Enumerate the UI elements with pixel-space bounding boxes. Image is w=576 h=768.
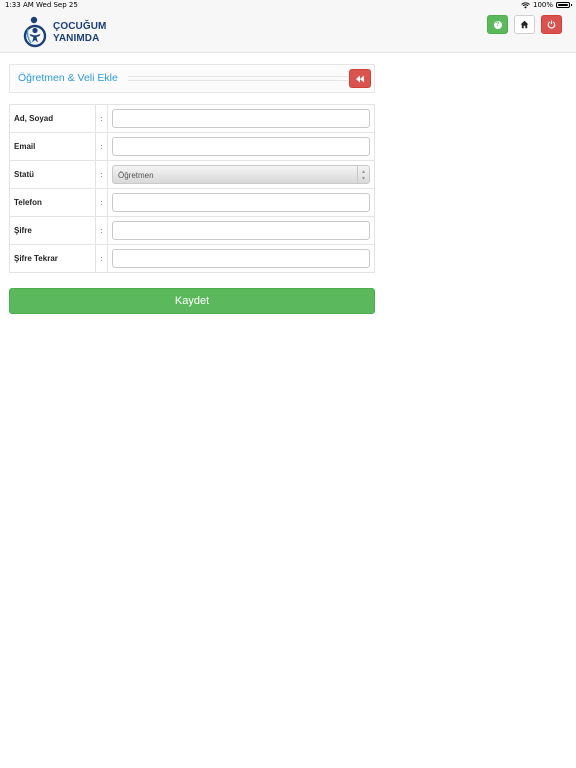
logo-line-2: YANIMDA [53, 33, 100, 44]
password-input[interactable] [112, 221, 370, 240]
separator: : [94, 160, 109, 189]
status-right: 100% [521, 1, 572, 9]
logo-text: ÇOCUĞUM YANIMDA [53, 21, 106, 45]
app-logo[interactable]: ÇOCUĞUM YANIMDA [23, 15, 113, 49]
separator: : [94, 104, 109, 133]
logout-button[interactable] [541, 15, 562, 34]
battery-percent: 100% [532, 1, 553, 9]
top-bar: ÇOCUĞUM YANIMDA ? [0, 11, 576, 53]
form-row-status: Statü : Öğretmen ▴ ▾ [9, 160, 375, 189]
double-chevron-left-icon [356, 75, 364, 82]
email-label: Email [9, 132, 96, 161]
email-input[interactable] [112, 137, 370, 156]
back-button[interactable] [349, 69, 371, 88]
form-row-name: Ad, Soyad : [9, 104, 375, 133]
logo-mark-icon [23, 16, 47, 48]
save-button[interactable]: Kaydet [9, 288, 375, 314]
form-row-password-repeat: Şifre Tekrar : [9, 244, 375, 273]
select-arrows-icon: ▴ ▾ [357, 166, 369, 183]
logo-line-1: ÇOCUĞUM [53, 21, 107, 32]
user-form: Ad, Soyad : Email : Statü : Öğretmen ▴ ▾ … [9, 104, 375, 273]
battery-icon [556, 2, 572, 8]
help-button[interactable]: ? [487, 15, 508, 34]
divider [128, 80, 348, 81]
home-icon [520, 20, 529, 29]
panel-header: Öğretmen & Veli Ekle [9, 64, 375, 93]
status-select-value: Öğretmen [118, 171, 154, 180]
status-select[interactable]: Öğretmen ▴ ▾ [112, 165, 370, 184]
form-row-email: Email : [9, 132, 375, 161]
name-label: Ad, Soyad [9, 104, 96, 133]
divider [128, 76, 348, 77]
wifi-icon [521, 1, 530, 8]
password-label: Şifre [9, 216, 96, 245]
separator: : [94, 216, 109, 245]
page-title: Öğretmen & Veli Ekle [18, 72, 118, 84]
help-icon: ? [493, 20, 502, 29]
power-icon [547, 20, 556, 29]
status-date: Wed Sep 25 [36, 1, 78, 9]
status-bar: 1:33 AM Wed Sep 25 100% [0, 0, 576, 11]
status-time: 1:33 AM [5, 1, 34, 9]
home-button[interactable] [514, 15, 535, 34]
separator: : [94, 244, 109, 273]
separator: : [94, 188, 109, 217]
separator: : [94, 132, 109, 161]
form-row-phone: Telefon : [9, 188, 375, 217]
name-input[interactable] [112, 109, 370, 128]
status-label: Statü [9, 160, 96, 189]
phone-label: Telefon [9, 188, 96, 217]
phone-input[interactable] [112, 193, 370, 212]
form-row-password: Şifre : [9, 216, 375, 245]
password-repeat-input[interactable] [112, 249, 370, 268]
password-repeat-label: Şifre Tekrar [9, 244, 96, 273]
